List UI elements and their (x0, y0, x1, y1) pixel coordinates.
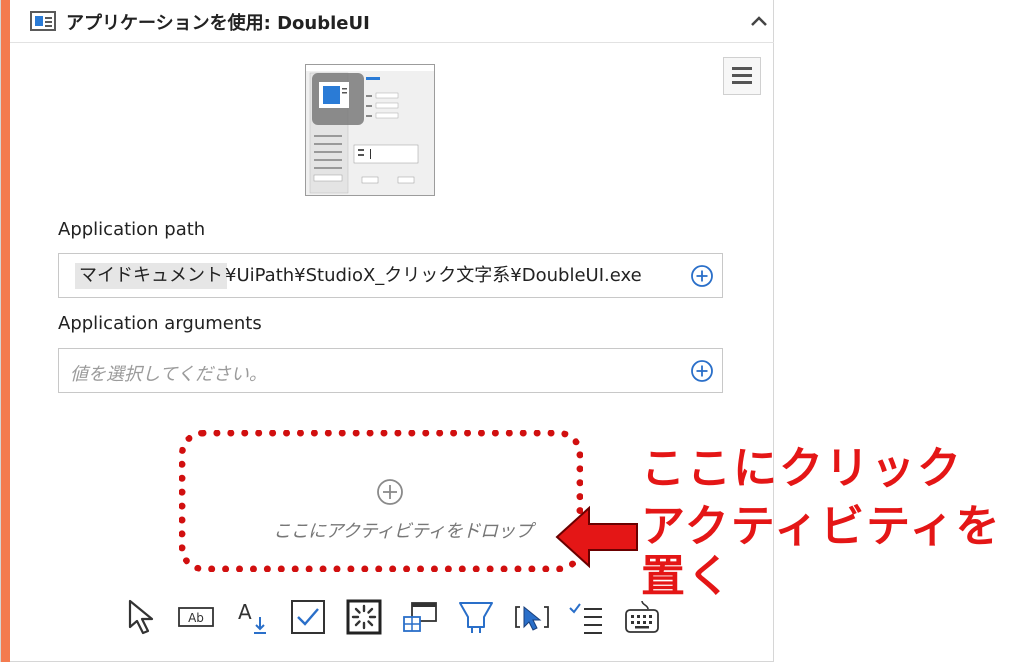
select-item-icon[interactable] (512, 597, 552, 637)
plus-circle-icon[interactable] (376, 478, 404, 506)
hamburger-menu-icon[interactable] (723, 57, 761, 95)
path-value: ¥UiPath¥StudioX_クリック文字系¥DoubleUI.exe (225, 265, 642, 286)
callout-line-1: ここにクリック (641, 443, 963, 494)
screenshot-table-icon[interactable] (400, 597, 440, 637)
application-arguments-field[interactable]: 値を選択してください。 (58, 348, 723, 393)
svg-text:A: A (238, 600, 252, 624)
path-variable-chip[interactable]: マイドキュメント (75, 263, 227, 289)
type-into-icon[interactable]: A (232, 597, 272, 637)
screenshot-image (306, 65, 434, 195)
checklist-icon[interactable] (566, 597, 606, 637)
callout-line-3: 置く (641, 551, 733, 602)
wait-icon[interactable] (344, 597, 384, 637)
dropzone-text: ここにアクティビティをドロップ (273, 521, 533, 542)
left-arrow-icon (555, 505, 638, 569)
activity-accent-bar (1, 0, 10, 662)
plus-circle-icon[interactable] (690, 264, 714, 288)
keyboard-icon[interactable] (622, 597, 662, 637)
application-path-label: Application path (58, 219, 206, 240)
window-icon (30, 11, 56, 31)
plus-circle-icon[interactable] (690, 359, 714, 383)
application-screenshot[interactable] (305, 64, 435, 196)
check-icon[interactable] (288, 597, 328, 637)
svg-text:Ab: Ab (188, 611, 204, 625)
highlight-icon[interactable] (456, 597, 496, 637)
chevron-up-icon[interactable] (746, 8, 772, 34)
arguments-placeholder: 値を選択してください。 (70, 364, 267, 385)
get-text-icon[interactable]: Ab (176, 597, 216, 637)
click-icon[interactable] (124, 597, 164, 637)
activity-title: アプリケーションを使用: DoubleUI (66, 13, 370, 34)
activity-header[interactable]: アプリケーションを使用: DoubleUI (10, 0, 774, 43)
application-path-field[interactable]: マイドキュメント ¥UiPath¥StudioX_クリック文字系¥DoubleU… (58, 253, 723, 298)
application-arguments-label: Application arguments (58, 313, 262, 334)
